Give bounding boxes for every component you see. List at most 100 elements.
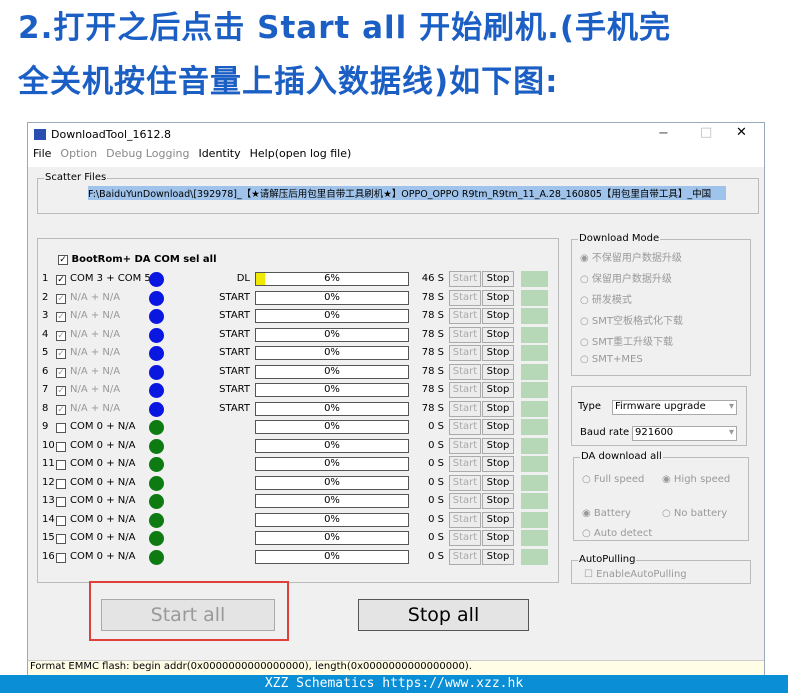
port-result-indicator [521, 400, 548, 417]
maximize-button[interactable]: □ [700, 125, 712, 140]
menu-help[interactable]: Help(open log file) [250, 147, 352, 160]
download-mode-radio[interactable]: ○ SMT空板格式化下载 [580, 312, 683, 327]
port-percent: 0% [324, 513, 340, 525]
battery-radio[interactable]: ◉ Battery [582, 508, 631, 519]
port-status-dot [149, 364, 164, 380]
autopulling-group: AutoPulling ☐ EnableAutoPulling [571, 554, 751, 584]
port-time: 78 S [421, 384, 444, 395]
port-stop-button[interactable]: Stop [482, 289, 514, 306]
menu-file[interactable]: File [33, 147, 51, 160]
download-mode-radio[interactable]: ○ 保留用户数据升级 [580, 270, 672, 285]
port-com: COM 0 + N/A [70, 495, 136, 506]
port-stop-button[interactable]: Stop [482, 400, 514, 417]
download-mode-radio[interactable]: ○ SMT+MES [580, 354, 643, 365]
port-status-dot [149, 346, 164, 361]
port-checkbox[interactable] [56, 478, 66, 489]
port-start-button[interactable]: Start [449, 437, 481, 454]
high-speed-radio[interactable]: ◉ High speed [662, 474, 730, 485]
port-time: 78 S [421, 365, 444, 377]
port-checkbox[interactable] [56, 460, 66, 470]
baud-value: 921600 [635, 427, 674, 438]
port-stop-button[interactable]: Stop [482, 419, 514, 435]
minimize-button[interactable]: − [658, 126, 669, 141]
port-progress-bar: 0% [255, 364, 409, 379]
port-checkbox[interactable]: ✓ [56, 349, 66, 359]
port-stop-button[interactable]: Stop [482, 511, 514, 528]
stop-all-button[interactable]: Stop all [358, 599, 529, 631]
menu-debug-logging[interactable]: Debug Logging [106, 147, 189, 160]
port-stop-button[interactable]: Stop [482, 326, 514, 343]
port-result-indicator [521, 345, 548, 361]
menu-identity[interactable]: Identity [198, 147, 240, 160]
port-stop-button[interactable]: Stop [482, 493, 514, 509]
port-start-button[interactable]: Start [449, 511, 481, 528]
port-stop-button[interactable]: Stop [482, 271, 514, 287]
port-checkbox[interactable] [56, 497, 66, 507]
port-stop-button[interactable]: Stop [482, 548, 514, 565]
port-checkbox[interactable]: ✓ [56, 386, 66, 396]
port-start-button[interactable]: Start [449, 419, 481, 435]
port-checkbox[interactable]: ✓ [56, 367, 66, 378]
port-start-button[interactable]: Start [449, 326, 481, 343]
port-start-button[interactable]: Start [449, 289, 481, 306]
port-stop-button[interactable]: Stop [482, 456, 514, 472]
port-checkbox[interactable]: ✓ [56, 312, 66, 322]
port-com: COM 0 + N/A [70, 421, 136, 432]
port-checkbox[interactable] [56, 534, 66, 544]
select-all-checkbox[interactable]: ✓ BootRom+ DA COM sel all [58, 254, 217, 265]
port-result-indicator [521, 474, 548, 491]
port-state: START [219, 347, 250, 358]
port-row: 14 COM 0 + N/A 0% 0 S Start Stop [38, 511, 568, 530]
port-row: 4 ✓ N/A + N/A START 0% 78 S Start Stop [38, 326, 568, 345]
autopulling-label: AutoPulling [578, 554, 637, 565]
port-time: 0 S [428, 495, 444, 506]
scatter-file-path[interactable]: F:\BaiduYunDownload\[392978]_【★请解压后用包里自带… [88, 186, 726, 200]
download-mode-radio[interactable]: ○ 研发模式 [580, 291, 632, 306]
download-mode-radio[interactable]: ○ SMT重工升级下载 [580, 333, 673, 348]
port-stop-button[interactable]: Stop [482, 474, 514, 491]
port-progress-bar: 0% [255, 512, 409, 527]
port-start-button[interactable]: Start [449, 474, 481, 491]
port-start-button[interactable]: Start [449, 493, 481, 509]
full-speed-radio[interactable]: ○ Full speed [582, 474, 644, 485]
port-number: 11 [42, 458, 55, 469]
port-stop-button[interactable]: Stop [482, 308, 514, 324]
type-select[interactable]: Firmware upgrade ▾ [612, 400, 737, 415]
port-start-button[interactable]: Start [449, 345, 481, 361]
port-checkbox[interactable]: ✓ [56, 404, 66, 415]
port-stop-button[interactable]: Stop [482, 363, 514, 380]
download-mode-radio[interactable]: ◉ 不保留用户数据升级 [580, 249, 682, 264]
port-checkbox[interactable] [56, 515, 66, 526]
port-start-button[interactable]: Start [449, 400, 481, 417]
port-start-button[interactable]: Start [449, 530, 481, 546]
port-stop-button[interactable]: Stop [482, 437, 514, 454]
no-battery-radio[interactable]: ○ No battery [662, 508, 727, 519]
port-com: COM 0 + N/A [70, 458, 136, 469]
port-checkbox[interactable] [56, 423, 66, 433]
menu-option[interactable]: Option [60, 147, 97, 160]
port-stop-button[interactable]: Stop [482, 530, 514, 546]
port-checkbox[interactable] [56, 552, 66, 563]
start-all-button[interactable]: Start all [101, 599, 275, 631]
port-start-button[interactable]: Start [449, 363, 481, 380]
auto-detect-radio[interactable]: ○ Auto detect [582, 528, 652, 539]
port-checkbox[interactable]: ✓ [56, 275, 66, 285]
port-com: COM 0 + N/A [70, 476, 136, 488]
port-percent: 0% [324, 365, 340, 377]
port-stop-button[interactable]: Stop [482, 382, 514, 398]
close-button[interactable]: ✕ [736, 125, 747, 140]
port-stop-button[interactable]: Stop [482, 345, 514, 361]
port-start-button[interactable]: Start [449, 382, 481, 398]
port-checkbox[interactable] [56, 441, 66, 452]
port-checkbox[interactable]: ✓ [56, 293, 66, 304]
port-start-button[interactable]: Start [449, 271, 481, 287]
progress-fill [256, 273, 266, 285]
port-start-button[interactable]: Start [449, 456, 481, 472]
port-start-button[interactable]: Start [449, 548, 481, 565]
port-checkbox[interactable]: ✓ [56, 330, 66, 341]
enable-autopulling-checkbox[interactable]: ☐ EnableAutoPulling [584, 569, 687, 580]
port-progress-bar: 0% [255, 420, 409, 434]
baud-select[interactable]: 921600 ▾ [632, 426, 737, 441]
port-progress-bar: 0% [255, 494, 409, 508]
port-start-button[interactable]: Start [449, 308, 481, 324]
